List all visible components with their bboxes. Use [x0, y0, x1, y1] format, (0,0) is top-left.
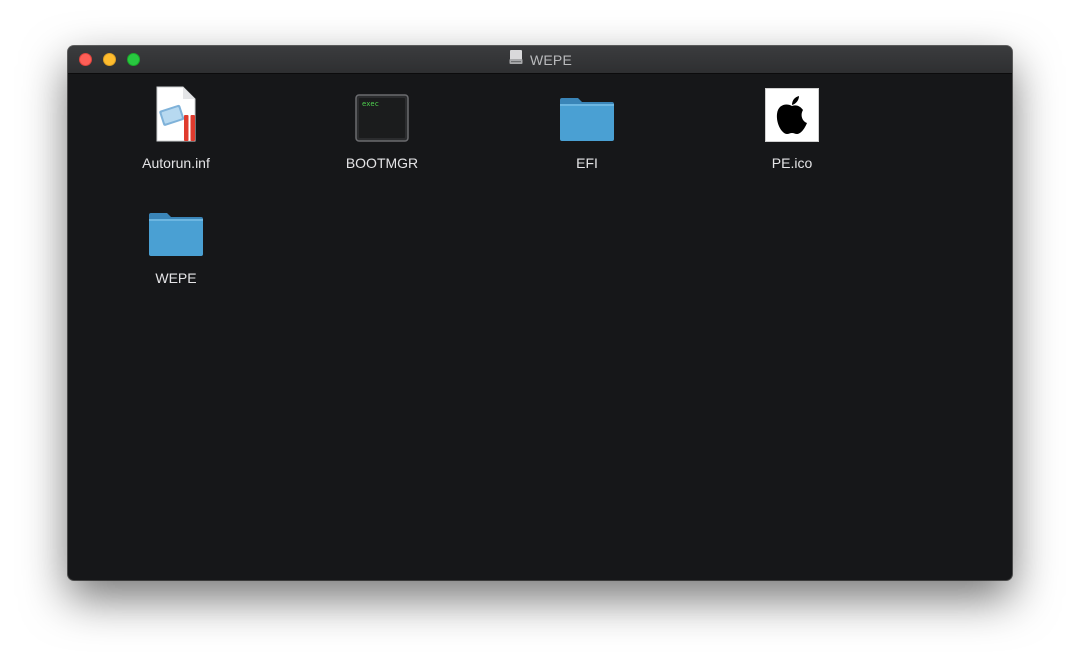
file-icon-grid: Autorun.inf exec BOOTMGR EFI PE.ico WEPE [68, 74, 1012, 580]
file-name: Autorun.inf [142, 155, 210, 171]
folder-name: WEPE [155, 270, 197, 286]
folder-icon [555, 82, 619, 142]
folder-item-wepe[interactable]: WEPE [116, 197, 236, 286]
file-item-autorun-inf[interactable]: Autorun.inf [116, 82, 236, 171]
file-item-bootmgr[interactable]: exec BOOTMGR [322, 82, 442, 171]
file-name: BOOTMGR [345, 155, 419, 171]
finder-window: WEPE Autorun.inf exec BOOTMGR EFI PE.ico… [68, 46, 1012, 580]
folder-item-efi[interactable]: EFI [527, 82, 647, 171]
file-name: PE.ico [771, 155, 813, 171]
folder-icon [144, 197, 208, 257]
window-title-group: WEPE [68, 46, 1012, 73]
inf-file-icon [144, 82, 208, 142]
drive-icon [508, 49, 524, 70]
exec-label: exec [362, 100, 379, 108]
title-bar[interactable]: WEPE [68, 46, 1012, 74]
folder-name: EFI [576, 155, 598, 171]
file-item-pe-ico[interactable]: PE.ico [732, 82, 852, 171]
exec-file-icon: exec [350, 82, 414, 142]
apple-logo-icon [760, 82, 824, 142]
window-title: WEPE [529, 51, 573, 68]
